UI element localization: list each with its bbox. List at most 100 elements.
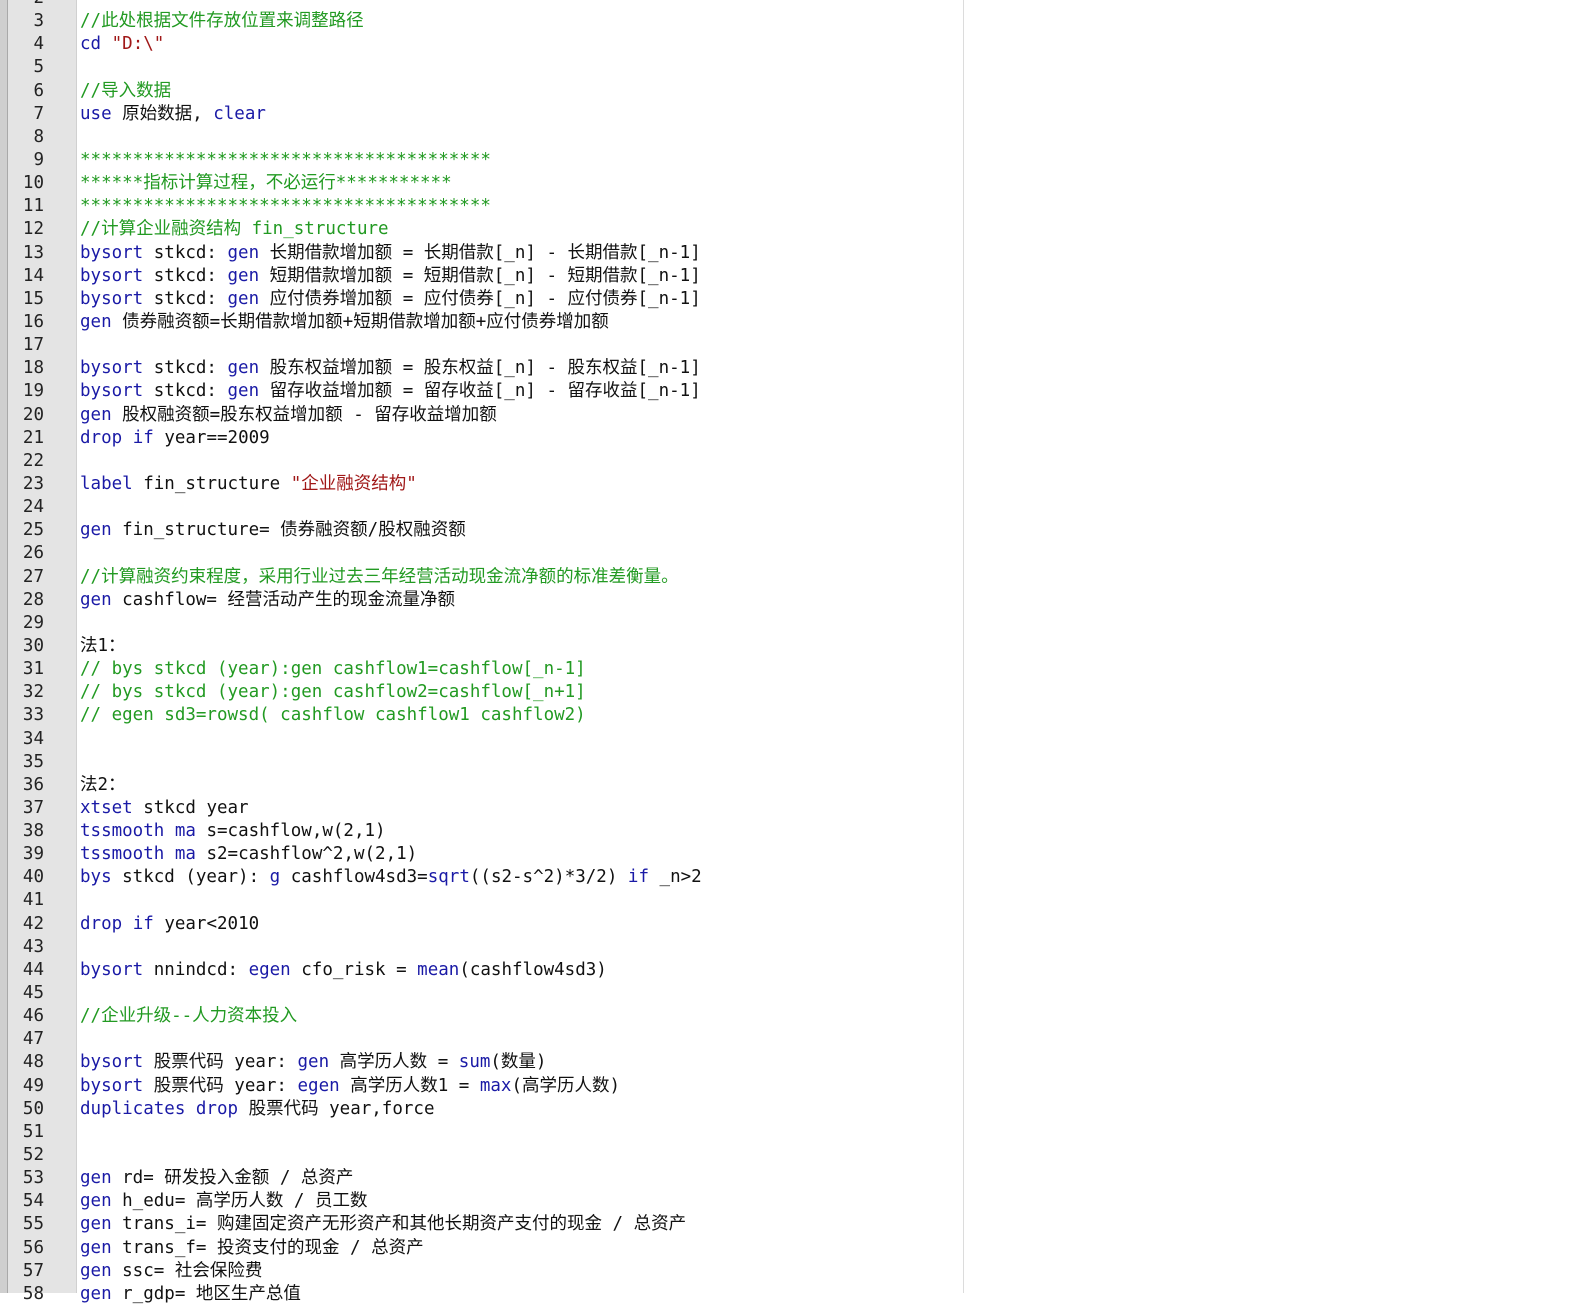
code-token: cashflow= 经营活动产生的现金流量净额 (111, 589, 456, 610)
code-line[interactable]: 9 *************************************** (0, 149, 1590, 172)
code-line[interactable]: 42 drop if year<2010 (0, 913, 1590, 936)
code-line[interactable]: 24 (0, 496, 1590, 519)
keyword-token: ma (174, 844, 196, 865)
code-line[interactable]: 5 (0, 56, 1590, 79)
keyword-token: gen (80, 1260, 112, 1281)
line-number: 14 (22, 265, 44, 286)
keyword-token: clear (213, 103, 266, 124)
code-line[interactable]: 38 tssmooth ma s=cashflow,w(2,1) (0, 820, 1590, 843)
code-line[interactable]: 8 (0, 126, 1590, 149)
code-text: //导入数据 (80, 80, 171, 103)
code-line[interactable]: 55 gen trans_i= 购建固定资产无形资产和其他长期资产支付的现金 / … (0, 1213, 1590, 1236)
code-line[interactable]: 48 bysort 股票代码 year: gen 高学历人数 = sum(数量) (0, 1051, 1590, 1074)
keyword-token: gen (80, 1168, 112, 1189)
code-line[interactable]: 45 (0, 982, 1590, 1005)
code-line[interactable]: 11 **************************************… (0, 195, 1590, 218)
code-lines: 23 //此处根据文件存放位置来调整路径 4 cd "D:\" 56 //导入数据 7 use… (0, 0, 1590, 1306)
code-line[interactable]: 57 gen ssc= 社会保险费 (0, 1260, 1590, 1283)
line-number: 31 (22, 659, 44, 680)
string-token: "D:\" (111, 34, 165, 55)
code-token: s=cashflow,w(2,1) (195, 821, 386, 842)
code-line[interactable]: 23 label fin_structure "企业融资结构" (0, 473, 1590, 496)
code-text: 法1： (80, 635, 126, 658)
code-editor[interactable]: 23 //此处根据文件存放位置来调整路径 4 cd "D:\" 56 //导入数据 7 use… (0, 0, 1590, 1304)
code-line[interactable]: 29 (0, 612, 1590, 635)
code-line[interactable]: 3 //此处根据文件存放位置来调整路径 (0, 10, 1590, 33)
code-line[interactable]: 16 gen 债券融资额=长期借款增加额+短期借款增加额+应付债券增加额 (0, 311, 1590, 334)
code-line[interactable]: 26 (0, 542, 1590, 565)
line-number: 54 (22, 1191, 44, 1212)
code-line[interactable]: 40 bys stkcd (year): g cashflow4sd3=sqrt(… (0, 866, 1590, 889)
code-line[interactable]: 51 (0, 1121, 1590, 1144)
code-line[interactable]: 30 法1： (0, 635, 1590, 658)
code-line[interactable]: 49 bysort 股票代码 year: egen 高学历人数1 = max(高学… (0, 1075, 1590, 1098)
code-line[interactable]: 22 (0, 450, 1590, 473)
code-line[interactable]: 4 cd "D:\" (0, 33, 1590, 56)
code-token: stkcd: (143, 265, 228, 286)
code-line[interactable]: 27 //计算融资约束程度，采用行业过去三年经营活动现金流净额的标准差衡量。 (0, 566, 1590, 589)
code-token: r_gdp= 地区生产总值 (111, 1283, 301, 1304)
keyword-token: if (627, 867, 649, 888)
code-line[interactable]: 19 bysort stkcd: gen 留存收益增加额 = 留存收益[_n] -… (0, 380, 1590, 403)
code-line[interactable]: 39 tssmooth ma s2=cashflow^2,w(2,1) (0, 843, 1590, 866)
keyword-token: gen (80, 1191, 112, 1212)
line-number: 49 (22, 1075, 44, 1096)
code-line[interactable]: 41 (0, 889, 1590, 912)
code-line[interactable]: 50 duplicates drop 股票代码 year,force (0, 1098, 1590, 1121)
line-number: 39 (22, 844, 44, 865)
comment-token: //导入数据 (80, 80, 172, 101)
code-line[interactable]: 43 (0, 936, 1590, 959)
code-token: h_edu= 高学历人数 / 员工数 (111, 1191, 368, 1212)
line-number: 35 (22, 751, 44, 772)
code-text: gen h_edu= 高学历人数 / 员工数 (80, 1190, 368, 1213)
code-line[interactable]: 20 gen 股权融资额=股东权益增加额 - 留存收益增加额 (0, 404, 1590, 427)
code-line[interactable]: 25 gen fin_structure= 债券融资额/股权融资额 (0, 519, 1590, 542)
line-number: 9 (33, 149, 44, 170)
line-number: 32 (22, 682, 44, 703)
code-line[interactable]: 46 //企业升级--人力资本投入 (0, 1005, 1590, 1028)
code-line[interactable]: 34 (0, 728, 1590, 751)
code-text: ******指标计算过程，不必运行*********** (80, 172, 452, 195)
keyword-token: gen (80, 1283, 112, 1304)
keyword-token: if (132, 427, 154, 448)
code-line[interactable]: 10 ******指标计算过程，不必运行*********** (0, 172, 1590, 195)
code-line[interactable]: 7 use 原始数据, clear (0, 103, 1590, 126)
code-line[interactable]: 18 bysort stkcd: gen 股东权益增加额 = 股东权益[_n] -… (0, 357, 1590, 380)
keyword-token: bysort (80, 358, 144, 379)
code-line[interactable]: 28 gen cashflow= 经营活动产生的现金流量净额 (0, 589, 1590, 612)
code-text: tssmooth ma s2=cashflow^2,w(2,1) (80, 843, 417, 866)
keyword-token: max (479, 1075, 512, 1096)
code-line[interactable]: 31 // bys stkcd (year):gen cashflow1=cash… (0, 658, 1590, 681)
code-line[interactable]: 32 // bys stkcd (year):gen cashflow2=cash… (0, 681, 1590, 704)
keyword-token: bysort (80, 288, 144, 309)
code-line[interactable]: 35 (0, 751, 1590, 774)
code-line[interactable]: 36 法2： (0, 774, 1590, 797)
code-line[interactable]: 13 bysort stkcd: gen 长期借款增加额 = 长期借款[_n] -… (0, 242, 1590, 265)
code-line[interactable]: 37 xtset stkcd year (0, 797, 1590, 820)
code-line[interactable]: 6 //导入数据 (0, 80, 1590, 103)
code-token: cfo_risk = (290, 959, 418, 980)
code-line[interactable]: 2 (0, 0, 1590, 10)
code-text: bysort nnindcd: egen cfo_risk = mean(cas… (80, 959, 607, 982)
line-number: 38 (22, 821, 44, 842)
code-line[interactable]: 44 bysort nnindcd: egen cfo_risk = mean(c… (0, 959, 1590, 982)
code-token: year<2010 (153, 913, 260, 934)
comment-token: // bys stkcd (year):gen cashflow2=cashfl… (80, 682, 586, 703)
code-line[interactable]: 54 gen h_edu= 高学历人数 / 员工数 (0, 1190, 1590, 1213)
code-line[interactable]: 15 bysort stkcd: gen 应付债券增加额 = 应付债券[_n] -… (0, 288, 1590, 311)
code-text: //计算融资约束程度，采用行业过去三年经营活动现金流净额的标准差衡量。 (80, 566, 679, 589)
code-line[interactable]: 21 drop if year==2009 (0, 427, 1590, 450)
code-line[interactable]: 47 (0, 1028, 1590, 1051)
code-token: stkcd: (143, 242, 228, 263)
code-line[interactable]: 58 gen r_gdp= 地区生产总值 (0, 1283, 1590, 1306)
code-line[interactable]: 56 gen trans_f= 投资支付的现金 / 总资产 (0, 1237, 1590, 1260)
code-line[interactable]: 14 bysort stkcd: gen 短期借款增加额 = 短期借款[_n] -… (0, 265, 1590, 288)
code-line[interactable]: 12 //计算企业融资结构 fin_structure (0, 218, 1590, 241)
code-line[interactable]: 53 gen rd= 研发投入金额 / 总资产 (0, 1167, 1590, 1190)
code-line[interactable]: 17 (0, 334, 1590, 357)
code-token: (cashflow4sd3) (459, 959, 607, 980)
code-token: fin_structure (132, 473, 291, 494)
line-number: 42 (22, 913, 44, 934)
code-line[interactable]: 52 (0, 1144, 1590, 1167)
code-line[interactable]: 33 // egen sd3=rowsd( cashflow cashflow1 … (0, 704, 1590, 727)
